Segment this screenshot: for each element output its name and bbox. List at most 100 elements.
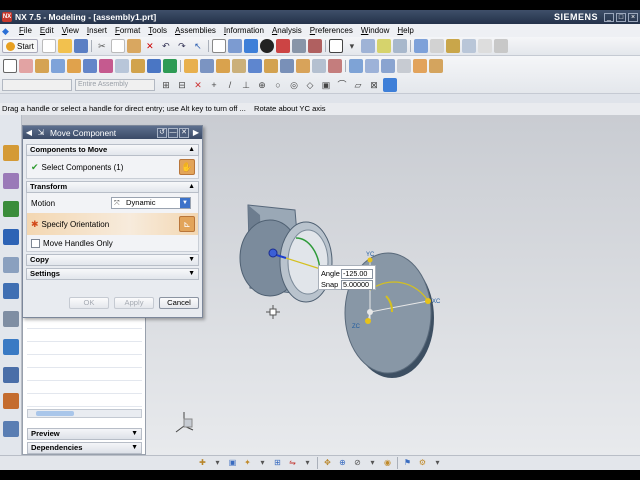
select-components-label: Select Components (1) (41, 162, 124, 172)
navigator-list[interactable] (27, 303, 142, 408)
exploded-views-icon[interactable]: ◉ (381, 457, 394, 469)
snap-row: Snap 5.00000 (321, 279, 373, 290)
dependencies-section[interactable]: Dependencies ▼ (27, 442, 142, 454)
move-component-icon[interactable]: ✥ (321, 457, 334, 469)
add-component-icon[interactable]: ✚ (196, 457, 209, 469)
check-icon: ✔ (31, 161, 39, 172)
zc-axis-label: ZC (352, 324, 361, 330)
dropdown-icon[interactable]: ▾ (211, 457, 224, 469)
system-materials-icon[interactable] (3, 311, 19, 327)
snap-label: Snap (321, 280, 339, 289)
handle-input-box: Angle -125.00 Snap 5.00000 (318, 265, 376, 290)
settings-group-label: Settings (30, 269, 60, 278)
collapse-icon[interactable]: — (168, 127, 178, 138)
select-component-icon[interactable]: ✋ (179, 159, 195, 175)
list-item[interactable] (27, 368, 142, 381)
new-parent-icon[interactable]: ✦ (241, 457, 254, 469)
transform-group-header[interactable]: Transform ▲ (26, 181, 199, 193)
dialog-close-icon[interactable]: ✕ (179, 127, 189, 138)
chevron-down-icon: ▼ (188, 256, 195, 263)
dialog-buttons: OK Apply Cancel (26, 294, 199, 312)
specify-orientation-label: Specify Orientation (41, 219, 110, 229)
angle-row: Angle -125.00 (321, 268, 373, 279)
dialog-body: Components to Move ▲ ✔ Select Components… (26, 142, 199, 280)
dropdown-icon[interactable]: ▾ (431, 457, 444, 469)
navigator-horizontal-scrollbar[interactable] (27, 409, 142, 418)
motion-value: Dynamic (126, 198, 156, 207)
roles-icon[interactable] (3, 393, 19, 409)
list-item[interactable] (27, 342, 142, 355)
dependencies-label: Dependencies (31, 443, 83, 452)
new-component-icon[interactable]: ▣ (226, 457, 239, 469)
move-handles-only-row[interactable]: Move Handles Only (27, 235, 198, 251)
dialog-title: Move Component (50, 127, 117, 138)
chevron-up-icon: ▲ (188, 146, 195, 153)
specify-orientation-row[interactable]: ✱ Specify Orientation ⊾ (27, 213, 198, 235)
motion-dropdown[interactable]: ⤧ Dynamic ▼ (111, 197, 191, 209)
assembly-navigator-icon[interactable] (3, 145, 19, 161)
hd3d-tools-icon[interactable] (3, 257, 19, 273)
dropdown-icon[interactable]: ▾ (256, 457, 269, 469)
system-scenes-icon[interactable] (3, 421, 19, 437)
dropdown-arrow-icon[interactable]: ▼ (180, 198, 190, 208)
angle-label: Angle (321, 269, 340, 278)
process-studio-icon[interactable] (3, 339, 19, 355)
yc-axis-label: YC (366, 252, 375, 258)
transform-group-label: Transform (30, 182, 68, 191)
constraint-navigator-icon[interactable] (3, 173, 19, 189)
assemblies-toolbar: ✚ ▾ ▣ ✦ ▾ ⊞ ⇋ ▾ ✥ ⊕ ⊘ ▾ ◉ ⚑ ⚙ ▾ (0, 455, 640, 470)
list-item[interactable] (27, 394, 142, 407)
csys-dialog-icon[interactable]: ⊾ (179, 216, 195, 232)
move-cursor-icon (266, 305, 280, 319)
move-component-dialog: ◀ ⇲ Move Component ↺ — ✕ ▶ Components to… (22, 125, 203, 318)
list-item[interactable] (27, 381, 142, 394)
settings-group-header[interactable]: Settings ▼ (26, 268, 199, 280)
xc-axis-label: XC (432, 299, 441, 305)
motion-label: Motion (31, 198, 56, 208)
part-navigator-icon[interactable] (3, 201, 19, 217)
components-group-header[interactable]: Components to Move ▲ (26, 144, 199, 156)
select-components-row[interactable]: ✔ Select Components (1) ✋ (27, 156, 198, 178)
scrollbar-thumb[interactable] (36, 411, 74, 416)
assembly-constraints-icon[interactable]: ⊕ (336, 457, 349, 469)
separator (317, 457, 318, 469)
list-item[interactable] (27, 355, 142, 368)
move-handles-only-label: Move Handles Only (43, 238, 113, 248)
motion-row: Motion ⤧ Dynamic ▼ (27, 193, 198, 213)
preview-label: Preview (31, 429, 60, 438)
resource-bar (0, 115, 22, 455)
preview-section[interactable]: Preview ▼ (27, 428, 142, 440)
wave-geometry-linker-icon[interactable]: ⚙ (416, 457, 429, 469)
cancel-button[interactable]: Cancel (159, 297, 199, 309)
wcs-triad-icon (175, 412, 194, 433)
separator (397, 457, 398, 469)
chevron-down-icon: ▼ (188, 270, 195, 277)
dialog-menu-icon[interactable]: ⇲ (35, 127, 47, 138)
sequence-icon[interactable]: ⚑ (401, 457, 414, 469)
history-icon[interactable] (3, 283, 19, 299)
required-star-icon: ✱ (31, 218, 39, 229)
ok-button[interactable]: OK (69, 297, 109, 309)
list-item[interactable] (27, 329, 142, 342)
dropdown-icon[interactable]: ▾ (366, 457, 379, 469)
components-group-label: Components to Move (30, 145, 108, 154)
manufacturing-wizards-icon[interactable] (3, 367, 19, 383)
show-hide-constraints-icon[interactable]: ⊘ (351, 457, 364, 469)
chevron-up-icon: ▲ (188, 183, 195, 190)
move-handles-only-checkbox[interactable] (31, 238, 40, 248)
dialog-title-bar[interactable]: ◀ ⇲ Move Component ↺ — ✕ ▶ (23, 126, 202, 139)
reuse-library-icon[interactable] (3, 229, 19, 245)
snap-input[interactable]: 5.00000 (341, 279, 373, 290)
mirror-assembly-icon[interactable]: ⇋ (286, 457, 299, 469)
copy-group-header[interactable]: Copy ▼ (26, 254, 199, 266)
assembly-navigator-panel: Preview ▼ Dependencies ▼ (22, 300, 146, 455)
apply-button[interactable]: Apply (114, 297, 154, 309)
forward-arrow-icon[interactable]: ▶ (190, 127, 202, 138)
angle-input[interactable]: -125.00 (341, 268, 373, 279)
chevron-down-icon: ▼ (131, 430, 138, 437)
dropdown-icon[interactable]: ▾ (301, 457, 314, 469)
back-arrow-icon[interactable]: ◀ (23, 127, 35, 138)
reset-icon[interactable]: ↺ (157, 127, 167, 138)
component-array-icon[interactable]: ⊞ (271, 457, 284, 469)
components-group-body: ✔ Select Components (1) ✋ (26, 156, 199, 179)
